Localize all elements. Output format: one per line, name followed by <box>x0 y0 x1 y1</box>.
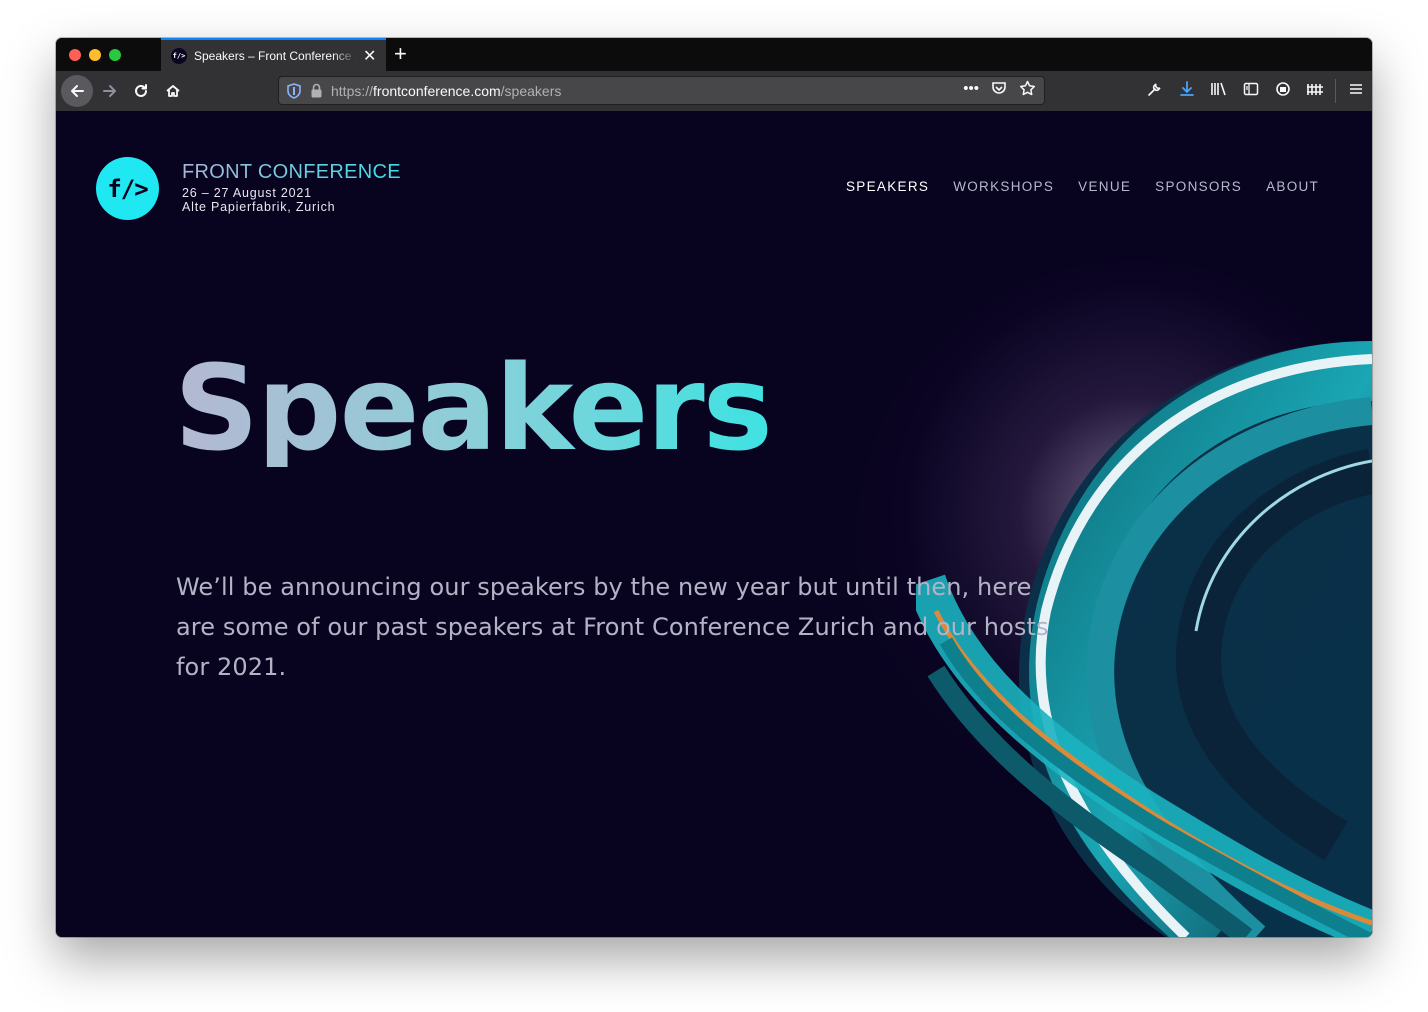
toolbar-icons <box>1139 71 1372 111</box>
page-actions-icon[interactable]: ••• <box>963 80 979 97</box>
menu-icon[interactable] <box>1340 81 1372 101</box>
nav-venue[interactable]: VENUE <box>1078 179 1131 194</box>
nav-sponsors[interactable]: SPONSORS <box>1155 179 1242 194</box>
back-button[interactable] <box>61 75 93 107</box>
toolbar-separator <box>1335 79 1336 103</box>
pocket-icon[interactable] <box>991 80 1007 96</box>
home-icon <box>166 85 180 97</box>
url-scheme: https:// <box>331 82 374 99</box>
logo-mark: f/> <box>107 174 148 203</box>
shield-icon[interactable] <box>287 82 301 99</box>
library-icon[interactable] <box>1203 81 1235 101</box>
bookmark-star-icon[interactable] <box>1019 80 1036 96</box>
favicon-icon: f/> <box>171 47 187 64</box>
site-logo[interactable]: f/> <box>96 157 159 220</box>
webpage: f/> FRONT CONFERENCE 26 – 27 August 2021… <box>56 111 1372 937</box>
url-path: /speakers <box>500 82 562 99</box>
close-window-button[interactable] <box>69 49 81 61</box>
browser-window: f/> Speakers – Front Conference Zurich ✕… <box>56 38 1372 937</box>
new-tab-button[interactable]: + <box>394 41 407 67</box>
download-icon[interactable] <box>1171 81 1203 101</box>
url-host: frontconference.com <box>373 82 501 99</box>
reload-icon <box>135 84 147 97</box>
forward-button[interactable] <box>96 77 124 105</box>
url-bar[interactable]: https://frontconference.com/speakers ••• <box>278 76 1045 105</box>
nav-workshops[interactable]: WORKSHOPS <box>953 179 1054 194</box>
extension2-icon[interactable] <box>1299 81 1331 101</box>
page-title: Speakers <box>174 339 773 477</box>
home-button[interactable] <box>159 77 187 105</box>
browser-tab[interactable]: f/> Speakers – Front Conference Zurich ✕ <box>161 38 386 71</box>
nav-toolbar: https://frontconference.com/speakers ••• <box>56 71 1372 111</box>
zoom-window-button[interactable] <box>109 49 121 61</box>
forward-icon <box>103 85 116 97</box>
nav-about[interactable]: ABOUT <box>1266 179 1319 194</box>
event-date: 26 – 27 August 2021 <box>182 186 312 200</box>
reload-button[interactable] <box>127 77 155 105</box>
wrench-icon[interactable] <box>1139 81 1171 101</box>
tab-strip: f/> Speakers – Front Conference Zurich ✕… <box>56 38 1372 71</box>
event-venue: Alte Papierfabrik, Zurich <box>182 200 336 214</box>
minimize-window-button[interactable] <box>89 49 101 61</box>
intro-paragraph: We’ll be announcing our speakers by the … <box>176 573 1049 681</box>
close-tab-icon[interactable]: ✕ <box>363 46 376 66</box>
nav-speakers[interactable]: SPEAKERS <box>846 179 929 194</box>
tab-title: Speakers – Front Conference Zurich <box>194 48 357 63</box>
url-actions: ••• <box>963 80 1036 97</box>
sidebar-icon[interactable] <box>1235 81 1267 101</box>
main-nav: SPEAKERS WORKSHOPS VENUE SPONSORS ABOUT <box>846 179 1319 194</box>
brand-name[interactable]: FRONT CONFERENCE <box>182 161 401 184</box>
url-text[interactable]: https://frontconference.com/speakers <box>331 83 561 99</box>
back-icon <box>71 85 84 97</box>
extension-icon[interactable] <box>1267 81 1299 101</box>
lock-icon[interactable] <box>310 83 323 98</box>
